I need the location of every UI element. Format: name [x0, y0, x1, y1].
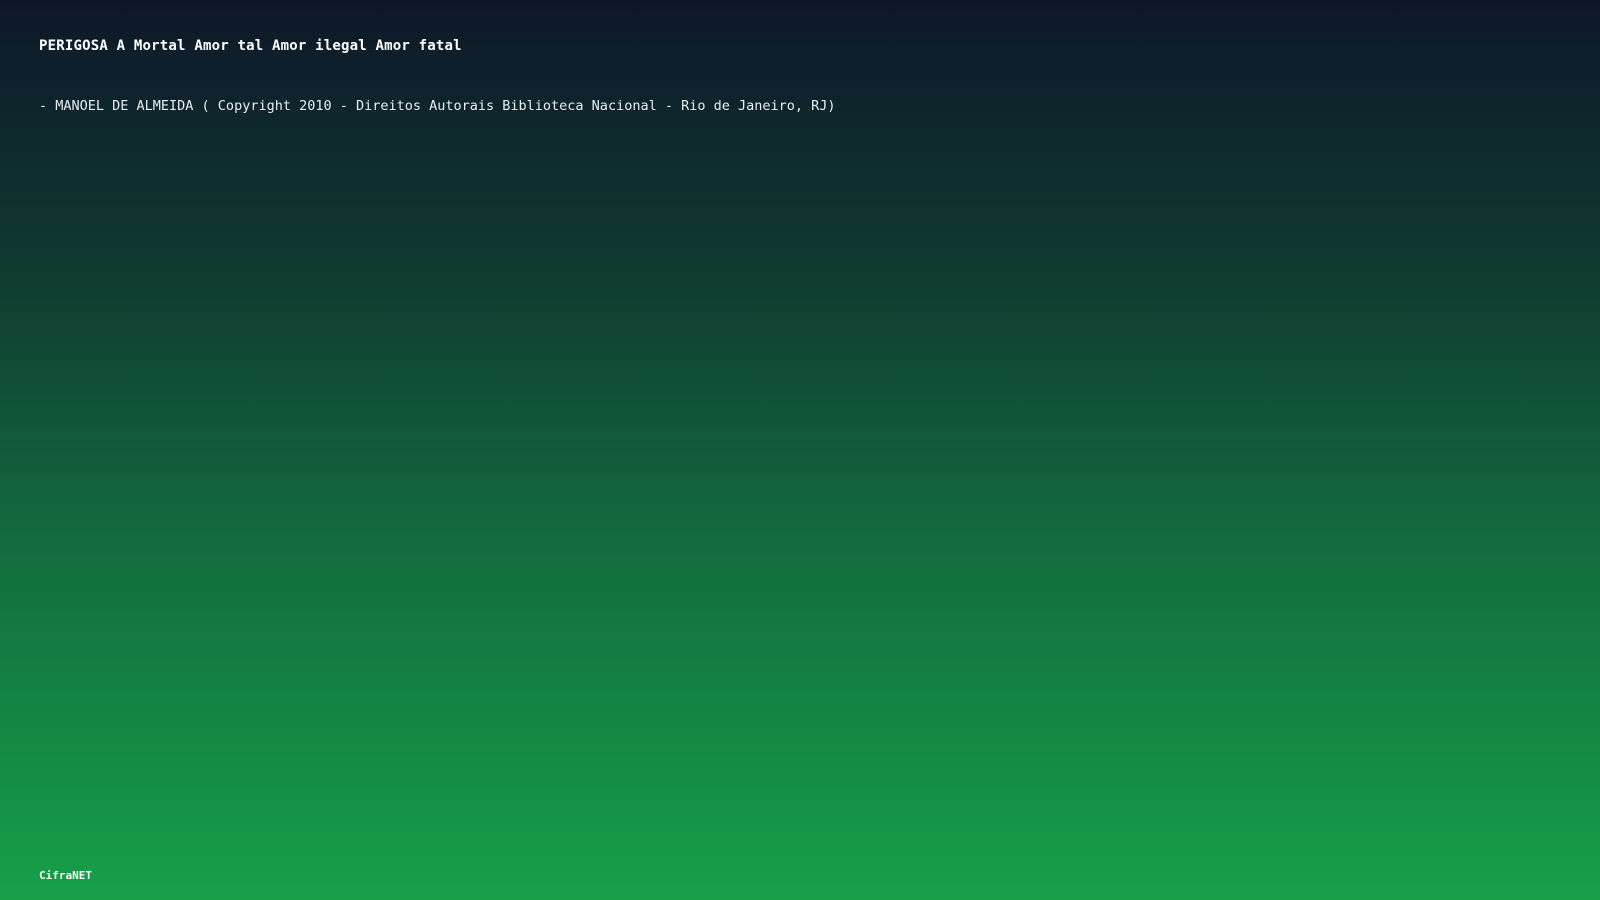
author-credit: - MANOEL DE ALMEIDA ( Copyright 2010 - D…: [39, 98, 836, 114]
brand-logo-text: CifraNET: [39, 869, 92, 882]
lyrics-slide: { "slide": { "title": "PERIGOSA A Mortal…: [0, 0, 1600, 900]
lyric-line-title: PERIGOSA A Mortal Amor tal Amor ilegal A…: [39, 38, 462, 54]
